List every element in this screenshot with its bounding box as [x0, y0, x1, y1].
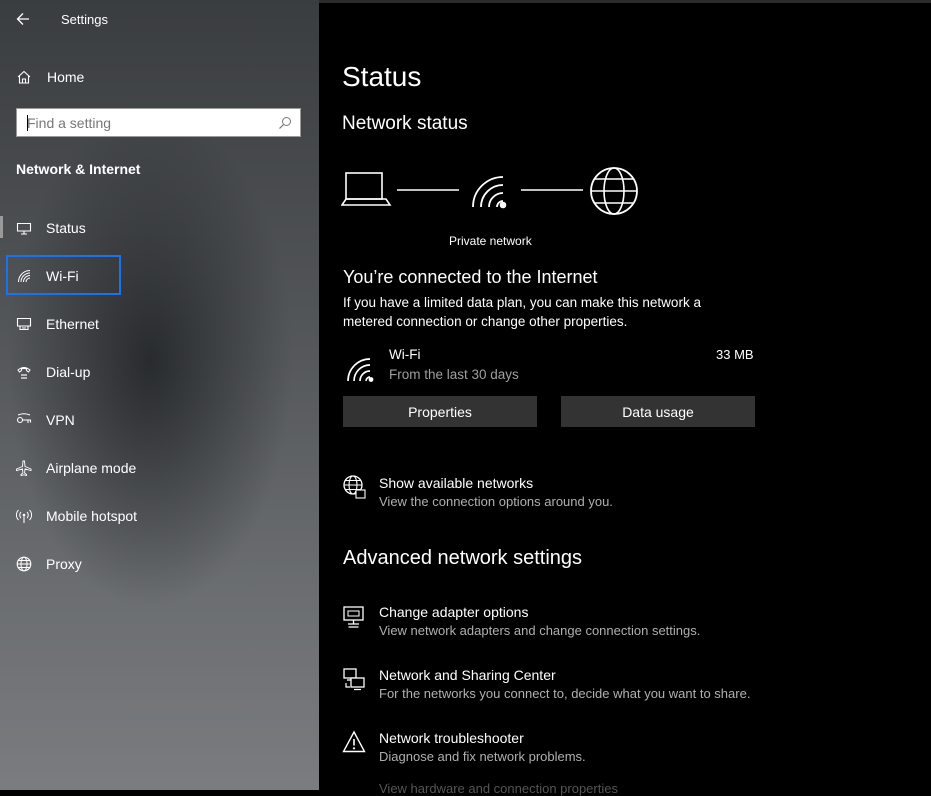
vpn-icon [16, 412, 32, 428]
wifi-icon [347, 358, 374, 382]
home-icon [17, 70, 31, 84]
usage-period: From the last 30 days [389, 367, 519, 382]
main-panel: Status Network status Private network Yo… [319, 3, 931, 796]
active-indicator [0, 216, 3, 238]
link-description: View the connection options around you. [379, 494, 613, 509]
section-heading: Network & Internet [16, 161, 141, 177]
search-icon [279, 117, 291, 129]
sidebar-item-label: Dial-up [46, 364, 91, 380]
app-title: Settings [61, 12, 108, 27]
ethernet-icon [16, 316, 32, 332]
sidebar-item-vpn[interactable]: VPN [16, 408, 75, 432]
sidebar-item-proxy[interactable]: Proxy [16, 552, 82, 576]
laptop-icon [341, 172, 392, 206]
network-status-heading: Network status [342, 113, 468, 134]
text-caret [27, 115, 28, 131]
warning-icon [342, 730, 366, 753]
globe-icon [343, 475, 366, 499]
sharing-center-icon [343, 668, 365, 691]
sidebar-item-status[interactable]: Status [16, 216, 86, 240]
link-description: View network adapters and change connect… [379, 623, 701, 638]
globe-icon [590, 167, 638, 215]
link-title: Network and Sharing Center [379, 667, 556, 683]
sidebar-item-label: Status [46, 220, 86, 236]
sidebar-item-hotspot[interactable]: Mobile hotspot [16, 504, 137, 528]
airplane-icon [16, 460, 32, 476]
sidebar: Settings Home Network & Internet Status [0, 0, 319, 790]
link-description: For the networks you connect to, decide … [379, 686, 751, 701]
data-usage-amount: 33 MB [716, 347, 754, 362]
adapter-icon [343, 606, 364, 628]
advanced-settings-heading: Advanced network settings [343, 547, 583, 569]
link-title: Change adapter options [379, 604, 529, 620]
hotspot-icon [16, 508, 32, 524]
network-status-diagram [341, 167, 638, 215]
sidebar-item-label: Proxy [46, 556, 82, 572]
globe-icon [16, 556, 32, 572]
sidebar-item-ethernet[interactable]: Ethernet [16, 312, 99, 336]
home-label: Home [47, 69, 85, 85]
back-arrow-icon [16, 13, 29, 25]
sidebar-item-airplane[interactable]: Airplane mode [16, 456, 136, 480]
back-button[interactable] [13, 9, 35, 29]
connection-status-description: If you have a limited data plan, you can… [343, 295, 701, 329]
sidebar-item-label: Airplane mode [46, 460, 137, 476]
sidebar-item-label: Mobile hotspot [46, 508, 138, 524]
home-nav[interactable]: Home [16, 67, 84, 87]
sidebar-item-dialup[interactable]: Dial-up [16, 360, 90, 384]
sidebar-item-label: VPN [46, 412, 75, 428]
link-description: Diagnose and fix network problems. [379, 749, 586, 764]
search-input[interactable] [27, 113, 267, 133]
dialup-icon [16, 364, 32, 380]
link-title: Show available networks [379, 475, 534, 491]
connection-name: Wi-Fi [389, 347, 421, 362]
properties-button[interactable]: Properties [343, 396, 537, 427]
wifi-signal-icon [472, 176, 507, 209]
keyboard-focus-outline [6, 255, 121, 295]
network-type-label: Private network [449, 234, 532, 248]
sidebar-item-label: Ethernet [46, 316, 99, 332]
search-box[interactable] [16, 108, 301, 137]
page-title: Status [342, 61, 422, 92]
hardware-properties-link[interactable]: View hardware and connection properties [379, 781, 618, 796]
status-icon [16, 220, 32, 236]
connection-status-title: You’re connected to the Internet [343, 267, 598, 287]
link-title: Network troubleshooter [379, 730, 524, 746]
data-usage-button[interactable]: Data usage [561, 396, 755, 427]
